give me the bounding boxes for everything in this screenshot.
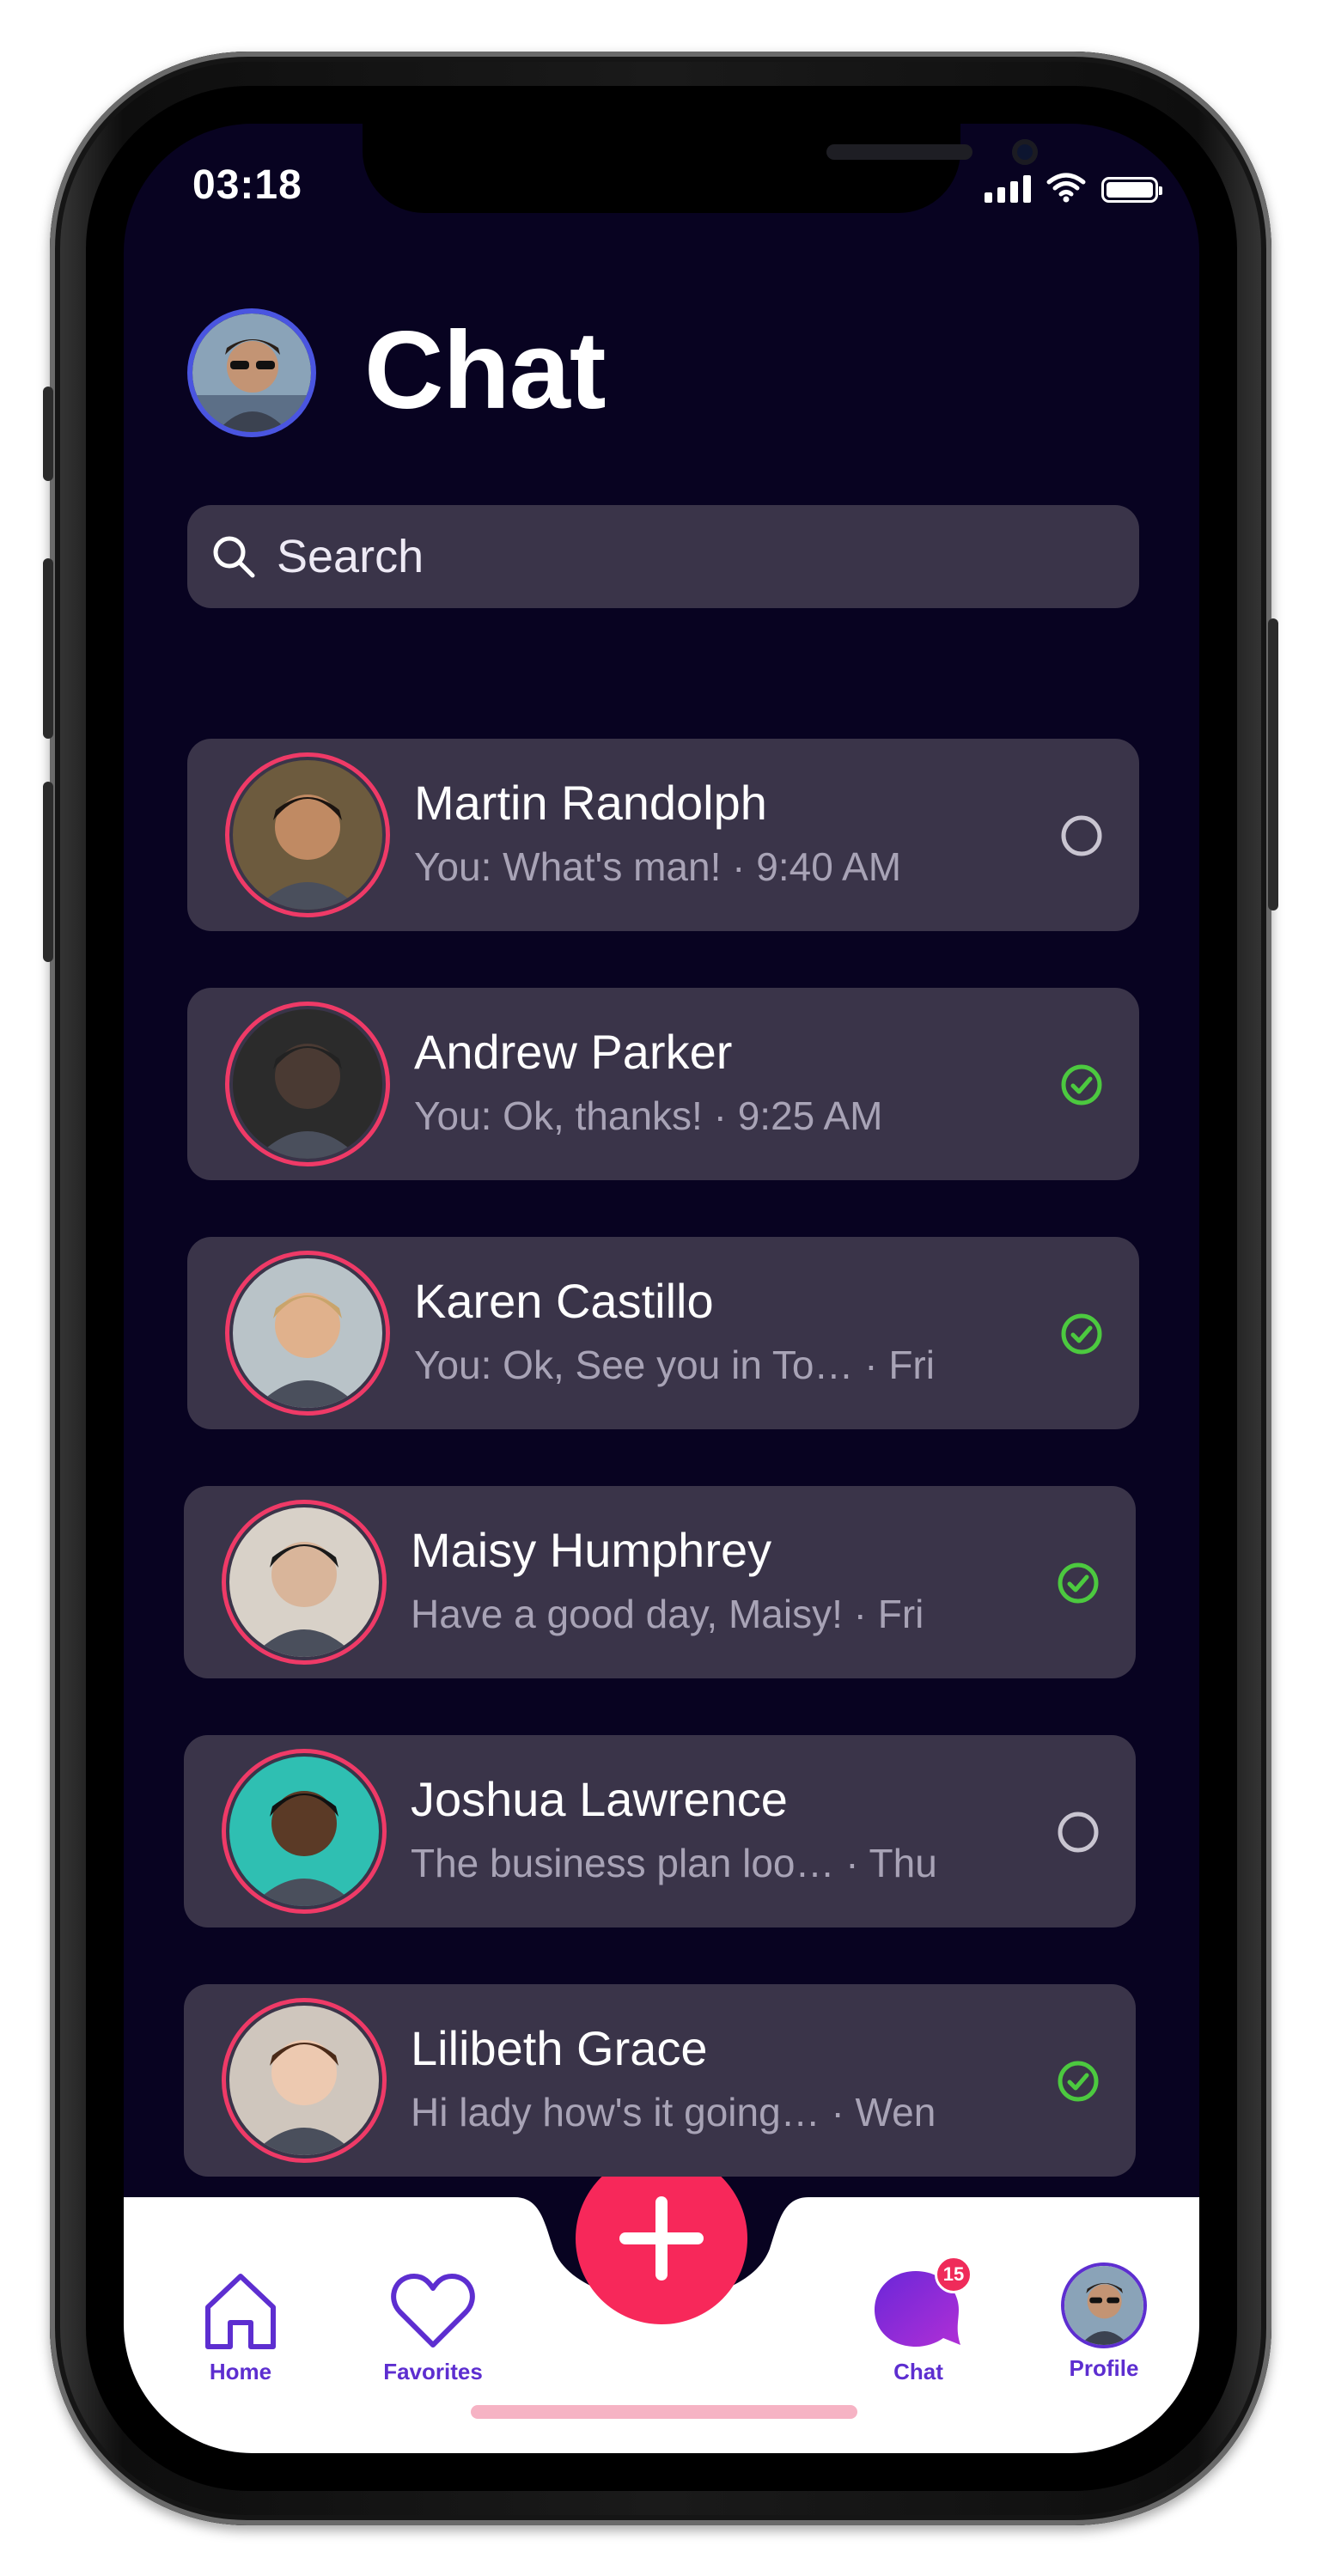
cellular-signal-icon	[985, 174, 1031, 203]
contact-avatar	[222, 1998, 387, 2163]
page-title: Chat	[364, 309, 606, 432]
plus-icon	[619, 2196, 704, 2281]
chat-row[interactable]: Karen Castillo You: Ok, See you in To… · …	[187, 1237, 1139, 1429]
app-screen: 03:18 Chat Search Home Favorites 15 Chat…	[124, 124, 1199, 2453]
status-icons	[985, 168, 1162, 203]
chat-row[interactable]: Martin Randolph You: What's man! · 9:40 A…	[187, 739, 1139, 931]
heart-icon	[391, 2274, 475, 2348]
contact-name: Martin Randolph	[414, 776, 767, 830]
last-message-preview: You: What's man! · 9:40 AM	[414, 844, 902, 889]
search-icon	[213, 536, 255, 578]
new-chat-button[interactable]	[576, 2153, 747, 2324]
contact-avatar	[222, 1749, 387, 1914]
nav-home-label: Home	[209, 2359, 272, 2384]
last-message-preview: You: Ok, thanks! · 9:25 AM	[414, 1093, 883, 1138]
nav-profile[interactable]: Profile	[1048, 2262, 1160, 2382]
volume-down-button	[43, 782, 53, 962]
last-message-preview: Hi lady how's it going… · Wen	[411, 2090, 936, 2134]
read-check-icon	[1060, 1312, 1103, 1355]
volume-up-button	[43, 558, 53, 739]
nav-favorites[interactable]: Favorites	[356, 2269, 510, 2385]
power-button	[1268, 618, 1278, 910]
chat-unread-badge: 15	[935, 2256, 972, 2293]
battery-icon	[1101, 177, 1162, 203]
home-indicator	[471, 2405, 857, 2419]
contact-name: Maisy Humphrey	[411, 1523, 772, 1577]
notch	[363, 124, 1038, 213]
last-message-preview: Have a good day, Maisy! · Fri	[411, 1592, 924, 1636]
search-placeholder: Search	[277, 531, 424, 582]
search-input[interactable]: Search	[187, 505, 1139, 608]
last-message-preview: The business plan loo… · Thu	[411, 1841, 937, 1885]
sent-circle-icon	[1057, 1811, 1100, 1854]
chat-row[interactable]: Lilibeth Grace Hi lady how's it going… · …	[184, 1984, 1136, 2177]
contact-avatar	[225, 752, 390, 917]
mute-switch	[43, 387, 53, 481]
chat-row[interactable]: Maisy Humphrey Have a good day, Maisy! · …	[184, 1486, 1136, 1678]
contact-avatar	[225, 1002, 390, 1166]
chat-row[interactable]: Andrew Parker You: Ok, thanks! · 9:25 AM	[187, 988, 1139, 1180]
profile-avatar	[1061, 2262, 1147, 2348]
home-icon	[205, 2274, 276, 2349]
contact-name: Joshua Lawrence	[411, 1772, 788, 1826]
read-check-icon	[1060, 1063, 1103, 1106]
contact-avatar	[222, 1500, 387, 1665]
user-avatar[interactable]	[187, 308, 316, 437]
avatar-photo	[192, 314, 311, 432]
nav-home[interactable]: Home	[172, 2269, 309, 2385]
contact-name: Lilibeth Grace	[411, 2021, 708, 2075]
last-message-preview: You: Ok, See you in To… · Fri	[414, 1343, 935, 1387]
nav-profile-label: Profile	[1069, 2355, 1139, 2381]
read-check-icon	[1057, 2060, 1100, 2103]
contact-name: Andrew Parker	[414, 1025, 733, 1079]
nav-chat[interactable]: 15 Chat	[854, 2256, 983, 2385]
nav-favorites-label: Favorites	[383, 2359, 483, 2384]
wifi-icon	[1046, 173, 1086, 203]
contact-name: Karen Castillo	[414, 1274, 714, 1328]
nav-chat-label: Chat	[893, 2359, 943, 2384]
status-time: 03:18	[192, 162, 302, 208]
chat-row[interactable]: Joshua Lawrence The business plan loo… · …	[184, 1735, 1136, 1927]
contact-avatar	[225, 1251, 390, 1416]
read-check-icon	[1057, 1562, 1100, 1605]
front-camera	[1012, 139, 1038, 165]
speaker-grille	[826, 144, 972, 160]
sent-circle-icon	[1060, 814, 1103, 857]
